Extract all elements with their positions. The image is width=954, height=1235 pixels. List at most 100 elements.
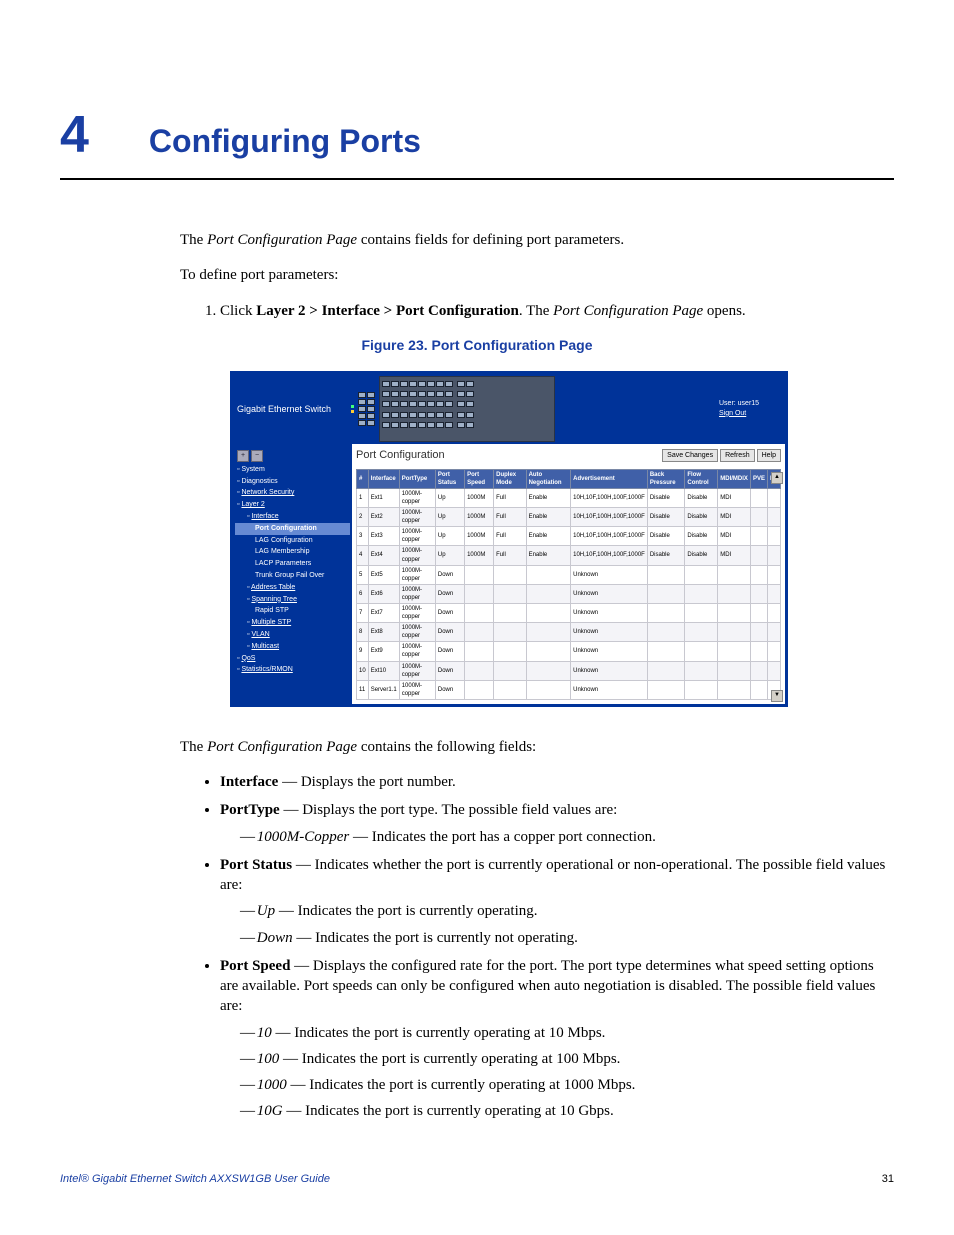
nav-layer2[interactable]: ▫ Layer 2	[235, 499, 350, 511]
nav-address-table[interactable]: ▫ Address Table	[235, 582, 350, 594]
nav-multicast[interactable]: ▫ Multicast	[235, 641, 350, 653]
field-port-status: Port Status — Indicates whether the port…	[220, 855, 894, 948]
scroll-down-icon[interactable]: ▼	[771, 690, 783, 702]
text: The	[180, 232, 207, 248]
field-value-1000: 1000 — Indicates the port is currently o…	[240, 1075, 894, 1095]
table-cell: Full	[494, 546, 526, 565]
table-row[interactable]: 4Ext41000M-copperUp1000MFullEnable10H,10…	[357, 546, 781, 565]
table-cell	[685, 680, 718, 699]
table-cell: Disable	[647, 527, 685, 546]
app-screenshot: Gigabit Ethernet Switch	[230, 371, 788, 707]
column-header: Auto Negotiation	[526, 469, 571, 488]
nav-diagnostics[interactable]: ▫ Diagnostics	[235, 476, 350, 488]
table-cell	[465, 642, 494, 661]
table-cell: Down	[435, 661, 464, 680]
step-1: Click Layer 2 > Interface > Port Configu…	[220, 301, 894, 321]
table-cell	[647, 623, 685, 642]
table-cell: Up	[435, 508, 464, 527]
nav-statistics-rmon[interactable]: ▫ Statistics/RMON	[235, 664, 350, 676]
nav-vlan[interactable]: ▫ VLAN	[235, 629, 350, 641]
table-cell: Ext6	[368, 584, 399, 603]
table-cell	[718, 623, 751, 642]
device-name-label: Gigabit Ethernet Switch	[233, 403, 347, 415]
nav-qos[interactable]: ▫ QoS	[235, 653, 350, 665]
nav-lag-configuration[interactable]: LAG Configuration	[235, 535, 350, 547]
table-cell: Unknown	[571, 661, 648, 680]
table-cell	[750, 623, 767, 642]
table-row[interactable]: 11Server1.11000M-copperDownUnknown	[357, 680, 781, 699]
table-cell: Enable	[526, 488, 571, 507]
field-name: Interface	[220, 774, 278, 790]
table-row[interactable]: 3Ext31000M-copperUp1000MFullEnable10H,10…	[357, 527, 781, 546]
scroll-up-icon[interactable]: ▲	[771, 472, 783, 484]
table-cell	[767, 584, 780, 603]
nav-lag-membership[interactable]: LAG Membership	[235, 546, 350, 558]
save-changes-button[interactable]: Save Changes	[662, 449, 718, 462]
field-value-up: Up — Indicates the port is currently ope…	[240, 901, 894, 921]
table-cell	[750, 546, 767, 565]
field-desc: — Displays the port type. The possible f…	[280, 802, 618, 818]
page-number: 31	[882, 1172, 894, 1187]
table-cell: Unknown	[571, 623, 648, 642]
table-row[interactable]: 2Ext21000M-copperUp1000MFullEnable10H,10…	[357, 508, 781, 527]
nav-system[interactable]: ▫ System	[235, 464, 350, 476]
table-cell: 1000M-copper	[399, 546, 435, 565]
sign-out-link[interactable]: Sign Out	[719, 410, 746, 417]
table-cell: Up	[435, 488, 464, 507]
table-cell: Ext2	[368, 508, 399, 527]
table-cell: 1000M	[465, 546, 494, 565]
table-cell: 10H,10F,100H,100F,1000F	[571, 488, 648, 507]
table-cell	[647, 661, 685, 680]
table-cell: Ext10	[368, 661, 399, 680]
table-cell: 1000M	[465, 488, 494, 507]
nav-interface[interactable]: ▫ Interface	[235, 511, 350, 523]
table-cell: MDI	[718, 488, 751, 507]
table-cell	[465, 584, 494, 603]
screenshot-figure: Gigabit Ethernet Switch	[230, 371, 894, 707]
nav-multiple-stp[interactable]: ▫ Multiple STP	[235, 617, 350, 629]
table-cell: Down	[435, 584, 464, 603]
expand-all-icon[interactable]: +	[237, 450, 249, 462]
nav-lacp-parameters[interactable]: LACP Parameters	[235, 558, 350, 570]
user-label: User: user15	[719, 399, 779, 408]
table-cell: 1000M-copper	[399, 623, 435, 642]
table-cell: 1000M-copper	[399, 661, 435, 680]
table-cell: Unknown	[571, 680, 648, 699]
table-row[interactable]: 6Ext61000M-copperDownUnknown	[357, 584, 781, 603]
page-name-italic: Port Configuration Page	[207, 739, 357, 755]
tree-expand-collapse-icons[interactable]: +−	[235, 448, 350, 464]
status-led-icon	[351, 410, 354, 413]
table-cell: 1000M-copper	[399, 488, 435, 507]
collapse-all-icon[interactable]: −	[251, 450, 263, 462]
table-cell	[750, 508, 767, 527]
table-cell: MDI	[718, 508, 751, 527]
table-row[interactable]: 7Ext71000M-copperDownUnknown	[357, 603, 781, 622]
table-cell: 1000M-copper	[399, 680, 435, 699]
field-value-1000m-copper: 1000M-Copper — Indicates the port has a …	[240, 827, 894, 847]
table-cell: 1000M-copper	[399, 642, 435, 661]
table-cell	[494, 603, 526, 622]
table-row[interactable]: 8Ext81000M-copperDownUnknown	[357, 623, 781, 642]
table-cell	[767, 661, 780, 680]
nav-spanning-tree[interactable]: ▫ Spanning Tree	[235, 594, 350, 606]
nav-port-configuration[interactable]: Port Configuration	[235, 523, 350, 535]
nav-network-security[interactable]: ▫ Network Security	[235, 487, 350, 499]
table-cell: 3	[357, 527, 369, 546]
table-cell	[767, 488, 780, 507]
table-row[interactable]: 1Ext11000M-copperUp1000MFullEnable10H,10…	[357, 488, 781, 507]
table-cell	[685, 661, 718, 680]
nav-trunk-failover[interactable]: Trunk Group Fail Over	[235, 570, 350, 582]
table-cell: Disable	[685, 527, 718, 546]
table-cell	[685, 584, 718, 603]
column-header: Advertisement	[571, 469, 648, 488]
refresh-button[interactable]: Refresh	[720, 449, 755, 462]
page-name-italic: Port Configuration Page	[553, 303, 703, 319]
table-row[interactable]: 5Ext51000M-copperDownUnknown	[357, 565, 781, 584]
table-row[interactable]: 10Ext101000M-copperDownUnknown	[357, 661, 781, 680]
table-cell	[767, 565, 780, 584]
table-cell	[718, 680, 751, 699]
nav-rapid-stp[interactable]: Rapid STP	[235, 605, 350, 617]
chapter-number: 4	[60, 100, 89, 170]
table-row[interactable]: 9Ext91000M-copperDownUnknown	[357, 642, 781, 661]
help-button[interactable]: Help	[757, 449, 781, 462]
